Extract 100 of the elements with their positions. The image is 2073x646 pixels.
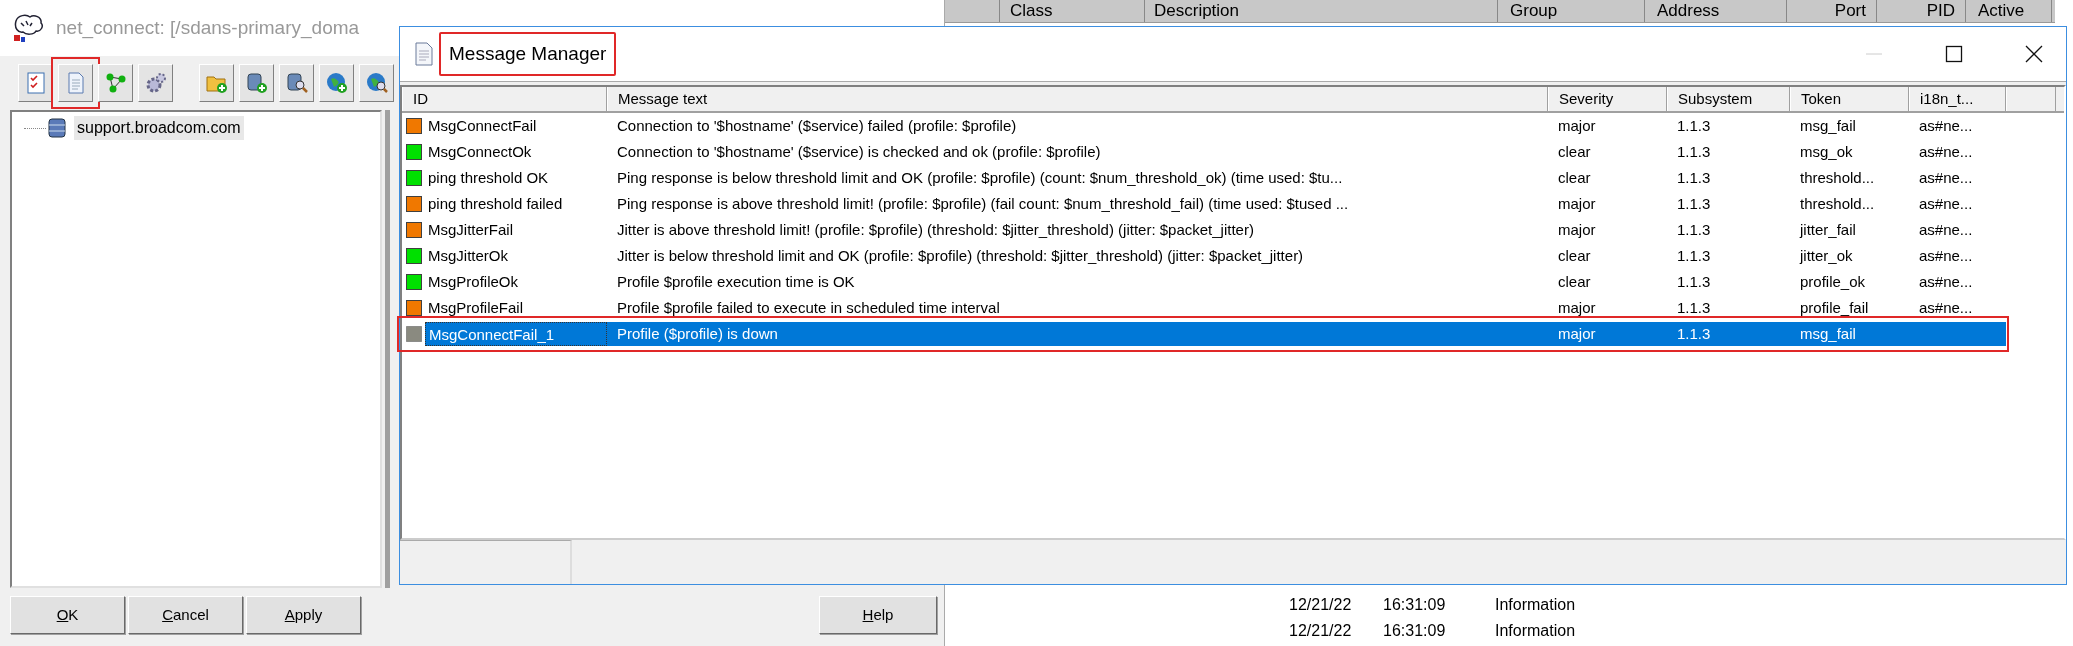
dialog-button[interactable]: Cancel: [128, 596, 243, 634]
message-id[interactable]: ping threshold OK: [425, 166, 607, 190]
column-header[interactable]: ID: [402, 87, 607, 111]
close-icon[interactable]: [2024, 44, 2044, 64]
log-date: 12/21/22: [1289, 595, 1353, 615]
table-cell-text: as#ne...: [1918, 272, 1974, 292]
table-cell-text: Ping response is above threshold limit! (profile: $profile) (fail count: $num_threshold_fail) (time used: $tused ...: [616, 194, 1350, 214]
log-type: Information: [1495, 621, 1576, 641]
log-date: 12/21/22: [1289, 621, 1353, 641]
table-cell-text: 1.1.3: [1676, 324, 1712, 344]
message-id[interactable]: MsgConnectFail: [425, 114, 607, 138]
table-cell-text: Ping response is below threshold limit and OK (profile: $profile) (count: $num_threshold_ok) (time used: $tu...: [616, 168, 1344, 188]
column-header[interactable]: Subsystem: [1667, 87, 1790, 111]
column-header[interactable]: Port: [1787, 0, 1877, 22]
column-header[interactable]: Group: [1498, 0, 1645, 22]
globe-add-icon: [324, 71, 349, 95]
table-cell-text: major: [1557, 324, 1597, 344]
column-header[interactable]: Address: [1645, 0, 1787, 22]
app-icon: [12, 13, 44, 43]
database-search-icon: [284, 71, 309, 95]
table-cell-text: 1.1.3: [1676, 298, 1712, 318]
column-header[interactable]: i18n_t...: [1909, 87, 2006, 111]
table-cell-text: clear: [1557, 168, 1592, 188]
toolbar-button[interactable]: [239, 64, 274, 102]
table-row[interactable]: MsgConnectOk Connection to '$hostname' ($service) is checked and ok (profile: $profile) clear 1.1.3 msg_ok as#ne...: [402, 139, 2004, 165]
table-cell-text: 1.1.3: [1676, 194, 1712, 214]
column-header[interactable]: Description: [1145, 0, 1498, 22]
table-cell-text: as#ne...: [1918, 116, 1974, 136]
log-time: 16:31:09: [1383, 621, 1447, 641]
column-header[interactable]: PID: [1877, 0, 1966, 22]
table-cell-text: as#ne...: [1918, 298, 1974, 318]
message-id[interactable]: ping threshold failed: [425, 192, 607, 216]
table-row[interactable]: MsgProfileFail Profile $profile failed to execute in scheduled time interval major 1.1.3 profile_fail as#ne...: [402, 295, 2004, 321]
table-cell-text: as#ne...: [1918, 142, 1974, 162]
table-row[interactable]: MsgProfileOk Profile $profile execution time is OK clear 1.1.3 profile_ok as#ne...: [402, 269, 2004, 295]
column-header[interactable]: Class: [1000, 0, 1145, 22]
toolbar-button[interactable]: [359, 64, 394, 102]
table-row[interactable]: ping threshold OK Ping response is below threshold limit and OK (profile: $profile) (count: $num_threshold_ok) (time used: $tu... clear 1.1.3 threshold... as#ne...: [402, 165, 2004, 191]
table-cell-text: Profile $profile execution time is OK: [616, 272, 856, 292]
maximize-icon[interactable]: [1944, 44, 1964, 64]
table-cell-text: 1.1.3: [1676, 142, 1712, 162]
column-header[interactable]: Active: [1966, 0, 2052, 22]
table-row[interactable]: ping threshold failed Ping response is above threshold limit! (profile: $profile) (fail count: $num_threshold_fail) (time used: $tused ... major 1.1.3 threshold... as#ne...: [402, 191, 2004, 217]
table-cell-text: Profile ($profile) is down: [616, 324, 779, 344]
table-cell-text: clear: [1557, 272, 1592, 292]
column-header[interactable]: Severity: [1548, 87, 1667, 111]
tree-item[interactable]: support.broadcom.com: [74, 116, 244, 140]
table-cell-text: threshold...: [1799, 194, 1876, 214]
column-header[interactable]: Message text: [607, 87, 1548, 111]
table-row[interactable]: MsgConnectFail Connection to '$hostname' ($service) failed (profile: $profile) major 1.1.3 msg_fail as#ne...: [402, 113, 2004, 139]
table-cell-text: major: [1557, 194, 1597, 214]
message-id[interactable]: MsgJitterFail: [425, 218, 607, 242]
table-cell-text: major: [1557, 116, 1597, 136]
table-cell-text: 1.1.3: [1676, 168, 1712, 188]
toolbar-button[interactable]: [319, 64, 354, 102]
log-type: Information: [1495, 595, 1576, 615]
table-cell-text: 1.1.3: [1676, 116, 1712, 136]
window-title: net_connect: [/sdans-primary_doma: [56, 15, 360, 41]
dialog-button[interactable]: OK: [10, 596, 125, 634]
toolbar-button[interactable]: [279, 64, 314, 102]
table-cell-text: 1.1.3: [1676, 272, 1712, 292]
column-header[interactable]: Token: [1790, 87, 1909, 111]
message-id[interactable]: MsgConnectFail_1: [425, 322, 607, 346]
table-cell-text: threshold...: [1799, 168, 1876, 188]
dialog-title: Message Manager: [439, 31, 617, 77]
table-cell-text: msg_fail: [1799, 116, 1857, 136]
dialog-button[interactable]: Apply: [246, 596, 361, 634]
document-icon: [413, 42, 435, 66]
table-cell-text: clear: [1557, 246, 1592, 266]
toolbar-button[interactable]: [98, 64, 133, 102]
table-cell-text: profile_fail: [1799, 298, 1870, 318]
table-cell-text: msg_ok: [1799, 142, 1854, 162]
message-id[interactable]: MsgJitterOk: [425, 244, 607, 268]
toolbar-button[interactable]: [138, 64, 173, 102]
table-cell-text: jitter_ok: [1798, 246, 1854, 266]
table-cell-text: Connection to '$hostname' ($service) is checked and ok (profile: $profile): [616, 142, 1102, 162]
table-cell-text: Profile $profile failed to execute in scheduled time interval: [616, 298, 1001, 318]
table-cell-text: jitter_fail: [1798, 220, 1857, 240]
table-cell-text: as#ne...: [1918, 194, 1974, 214]
table-row[interactable]: MsgJitterFail Jitter is above threshold limit! (profile: $profile) (threshold: $jitter_threshold) (jitter: $packet_jitter) major 1.1.3 jitter_fail as#ne...: [402, 217, 2004, 243]
table-cell-text: profile_ok: [1799, 272, 1867, 292]
message-id[interactable]: MsgProfileOk: [425, 270, 607, 294]
globe-search-icon: [364, 71, 389, 95]
table-cell-text: Jitter is below threshold limit and OK (profile: $profile) (threshold: $jitter_threshold) (jitter: $packet_jitter): [616, 246, 1305, 266]
toolbar-button[interactable]: [18, 64, 53, 102]
table-cell-text: msg_fail: [1799, 324, 1857, 344]
dialog-button[interactable]: Help: [819, 596, 937, 634]
message-id[interactable]: MsgConnectOk: [425, 140, 607, 164]
toolbar-button[interactable]: [199, 64, 234, 102]
table-cell-text: as#ne...: [1918, 220, 1974, 240]
table-row[interactable]: MsgJitterOk Jitter is below threshold limit and OK (profile: $profile) (threshold: $jitter_threshold) (jitter: $packet_jitter) clear 1.1.3 jitter_ok as#ne...: [402, 243, 2004, 269]
table-cell-text: clear: [1557, 142, 1592, 162]
message-id[interactable]: MsgProfileFail: [425, 296, 607, 320]
table-cell-text: as#ne...: [1918, 246, 1974, 266]
log-time: 16:31:09: [1383, 595, 1447, 615]
database-add-icon: [244, 71, 269, 95]
table-cell-text: 1.1.3: [1676, 246, 1712, 266]
table-cell-text: as#ne...: [1918, 168, 1974, 188]
database-icon: [46, 117, 68, 139]
table-cell-text: Connection to '$hostname' ($service) failed (profile: $profile): [616, 116, 1018, 136]
